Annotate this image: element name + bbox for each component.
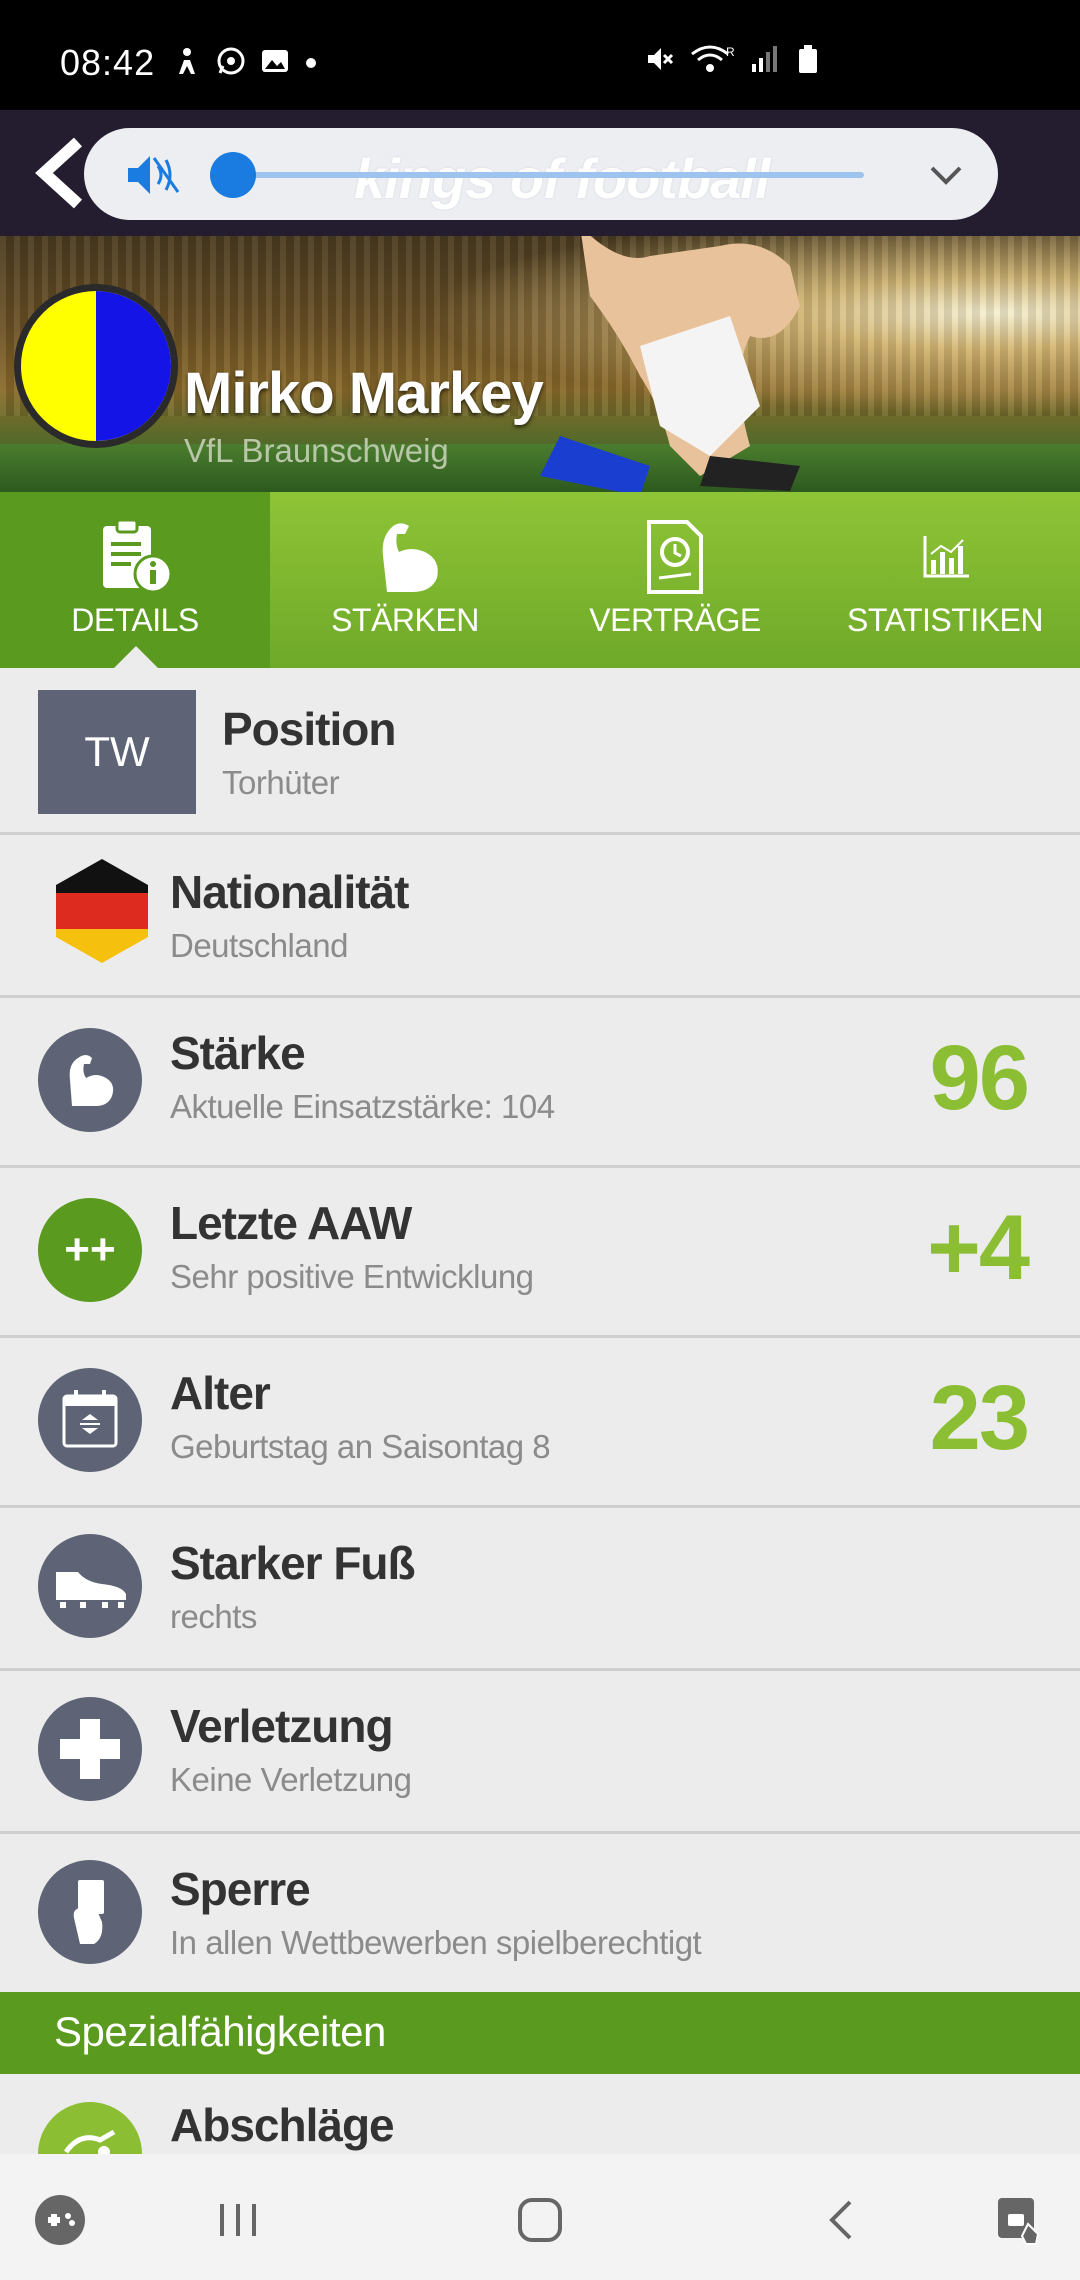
home-icon[interactable] (512, 2192, 568, 2248)
row-title: Sperre (170, 1863, 311, 1915)
medical-cross-icon (60, 1719, 120, 1779)
game-launcher-icon[interactable] (32, 2192, 88, 2248)
tab-details[interactable]: DETAILS (0, 492, 270, 668)
player-illustration (540, 236, 800, 492)
row-subtitle: Geburtstag an Saisontag 8 (170, 1428, 551, 1465)
tab-label: STÄRKEN (331, 602, 479, 638)
list-item-age[interactable]: Alter Geburtstag an Saisontag 8 23 (0, 1338, 1080, 1508)
row-subtitle: Torhüter (222, 764, 340, 801)
row-title: Abschläge (170, 2099, 395, 2151)
clipboard-info-icon (103, 518, 173, 594)
row-subtitle: rechts (170, 1598, 257, 1635)
row-subtitle: Aktuelle Einsatzstärke: 104 (170, 1088, 555, 1125)
kick-icon (38, 2102, 142, 2154)
dot-icon (306, 58, 316, 68)
volume-slider-knob[interactable] (210, 152, 256, 198)
strength-icon-circle (38, 1028, 142, 1132)
back-icon[interactable] (814, 2192, 870, 2248)
wifi-icon: R (691, 45, 734, 72)
aaw-value: +4 (927, 1197, 1030, 1299)
aaw-trend-icon: ++ (38, 1198, 142, 1302)
bicep-icon (69, 1055, 114, 1106)
list-item-injury[interactable]: Verletzung Keine Verletzung (0, 1671, 1080, 1834)
ban-icon-circle (38, 1860, 142, 1964)
special-abilities-header: Spezialfähigkeiten (0, 1992, 1080, 2074)
recent-apps-icon[interactable] (210, 2192, 266, 2248)
row-subtitle: Deutschland (170, 927, 348, 964)
list-item-last-aaw[interactable]: ++ Letzte AAW Sehr positive Entwicklung … (0, 1168, 1080, 1338)
list-item-abschlaege[interactable]: Abschläge (0, 2074, 1080, 2154)
list-item-strength[interactable]: Stärke Aktuelle Einsatzstärke: 104 96 (0, 998, 1080, 1168)
injury-icon-circle (38, 1697, 142, 1801)
row-title: Alter (170, 1367, 271, 1419)
app-lock-icon[interactable] (992, 2192, 1048, 2248)
tab-label: VERTRÄGE (589, 602, 761, 638)
tab-label: DETAILS (71, 602, 199, 638)
kings-of-football-logo: kings of football (354, 147, 770, 210)
bicep-icon (382, 523, 438, 592)
list-item-ban[interactable]: Sperre In allen Wettbewerben spielberech… (0, 1834, 1080, 1997)
row-subtitle: Sehr positive Entwicklung (170, 1258, 534, 1295)
status-time: 08:42 (60, 42, 156, 83)
mute-icon[interactable] (124, 152, 180, 198)
signal-icon (752, 46, 777, 72)
list-item-nationality[interactable]: Nationalität Deutschland (0, 835, 1080, 998)
player-name: Mirko Markey (184, 361, 544, 426)
boot-icon (56, 1572, 126, 1608)
list-item-strong-foot[interactable]: Starker Fuß rechts (0, 1508, 1080, 1671)
detail-list: TW Position Torhüter Nationalität Deutsc… (0, 668, 1080, 1997)
row-title: Position (222, 703, 396, 755)
row-subtitle: Keine Verletzung (170, 1761, 412, 1798)
system-nav-bar (0, 2154, 1080, 2280)
app-top-bar: kings of football (0, 110, 1080, 236)
chevron-left-icon[interactable] (30, 136, 90, 210)
mute-icon (648, 48, 674, 70)
tab-label: STATISTIKEN (847, 602, 1044, 638)
status-bar: 08:42 R (0, 0, 1080, 110)
row-title: Verletzung (170, 1700, 394, 1752)
tab-vertraege[interactable]: VERTRÄGE (540, 492, 810, 668)
active-tab-indicator (114, 646, 158, 668)
age-icon-circle (38, 1368, 142, 1472)
section-title: Spezialfähigkeiten (54, 2008, 386, 2055)
germany-flag-icon (56, 859, 148, 963)
accessibility-icon (179, 48, 195, 74)
image-icon (262, 50, 288, 72)
tab-staerken[interactable]: STÄRKEN (270, 492, 540, 668)
player-header: Mirko Markey VfL Braunschweig (0, 236, 1080, 492)
bar-chart-icon (923, 536, 969, 578)
row-subtitle: In allen Wettbewerben spielberechtigt (170, 1924, 702, 1961)
club-logo (14, 284, 178, 448)
contract-clock-icon (647, 520, 703, 594)
position-badge: TW (38, 690, 196, 814)
volume-slider-track[interactable] (234, 172, 864, 178)
battery-icon (799, 45, 817, 73)
row-title: Nationalität (170, 866, 409, 918)
media-control-pill[interactable]: kings of football (84, 128, 998, 220)
row-title: Letzte AAW (170, 1197, 412, 1249)
strength-value: 96 (929, 1027, 1030, 1129)
svg-text:R: R (726, 45, 734, 59)
age-value: 23 (929, 1367, 1030, 1469)
calendar-icon (62, 1390, 118, 1448)
list-item-position[interactable]: TW Position Torhüter (0, 668, 1080, 835)
row-title: Stärke (170, 1027, 306, 1079)
chevron-down-icon[interactable] (926, 154, 966, 194)
player-tabs: DETAILS STÄRKEN VERTRÄGE STATISTIKEN (0, 492, 1080, 668)
player-club: VfL Braunschweig (184, 432, 449, 469)
referee-card-icon (73, 1880, 104, 1944)
tab-statistiken[interactable]: STATISTIKEN (810, 492, 1080, 668)
foot-icon-circle (38, 1534, 142, 1638)
row-title: Starker Fuß (170, 1537, 416, 1589)
whatsapp-icon (217, 47, 245, 75)
